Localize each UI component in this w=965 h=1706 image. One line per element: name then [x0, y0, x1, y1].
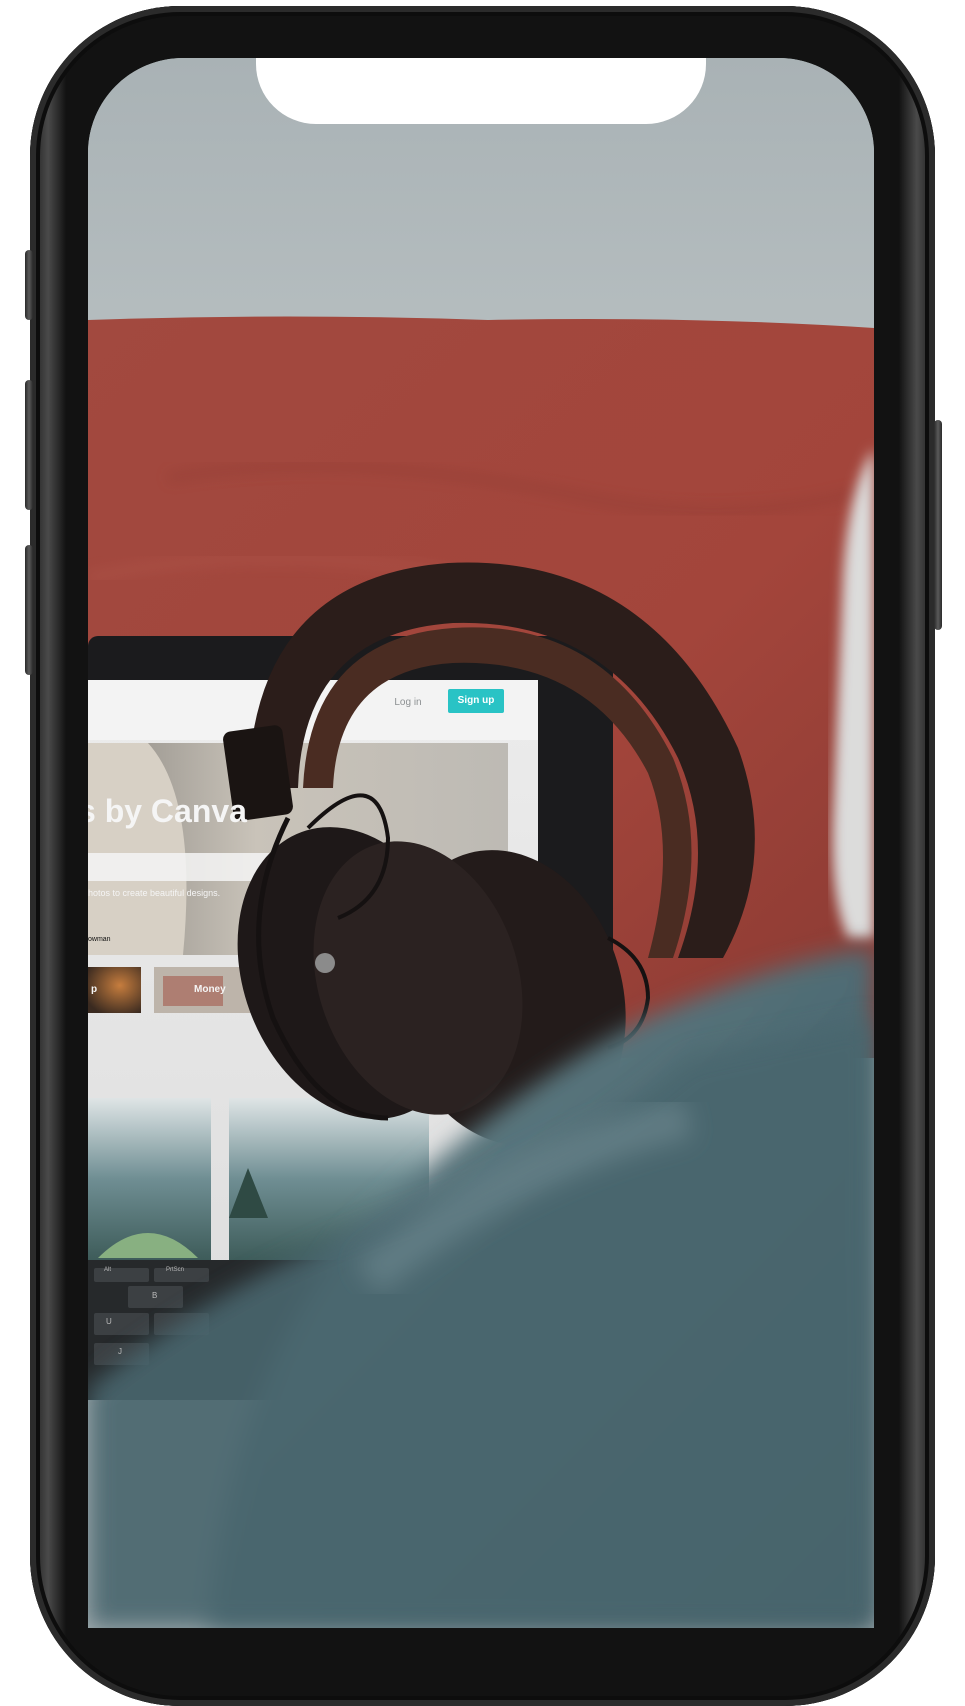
laptop-category-left: p — [91, 984, 98, 995]
phone-screen: Log in Sign up s by Canva hotos to creat… — [88, 58, 874, 1628]
phone-notch — [256, 58, 706, 124]
volume-down-button — [25, 545, 33, 675]
power-button — [934, 420, 942, 630]
laptop-photo-credit: owman — [88, 936, 111, 943]
key-u: U — [106, 1317, 112, 1326]
laptop-signup-button: Sign up — [448, 689, 504, 713]
laptop-login-button: Log in — [394, 697, 422, 708]
key-prtscn: PrtScn — [166, 1267, 185, 1273]
laptop-hero-subtitle: hotos to create beautiful designs. — [88, 888, 221, 898]
background-photo — [88, 58, 874, 1628]
laptop-hero-title: s by Canva — [88, 793, 247, 829]
key-b: B — [152, 1291, 158, 1300]
laptop-category-money: Money — [194, 984, 226, 995]
key-alt: Alt — [104, 1267, 112, 1273]
mute-switch — [25, 250, 33, 320]
key-j: J — [118, 1347, 122, 1356]
volume-up-button — [25, 380, 33, 510]
